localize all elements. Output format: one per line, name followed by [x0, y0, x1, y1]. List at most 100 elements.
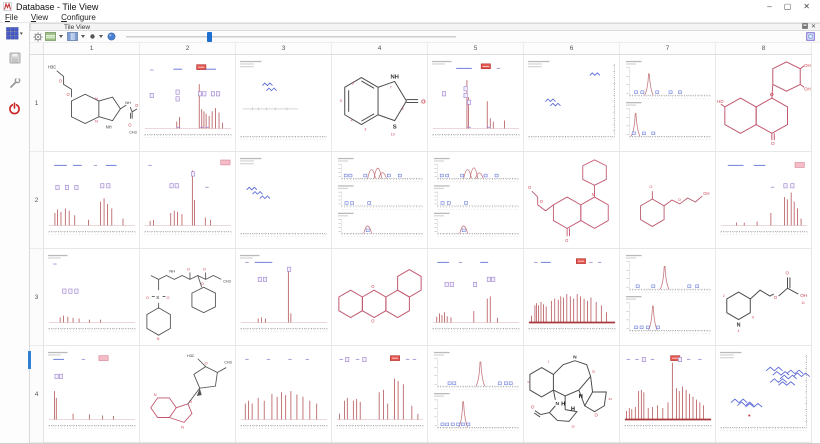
- svg-text:O: O: [135, 103, 138, 108]
- wrench-icon[interactable]: [6, 75, 24, 91]
- svg-text:O: O: [531, 405, 535, 410]
- svg-text:O: O: [59, 78, 62, 83]
- tile-r2c2-nmr-spectrum[interactable]: [140, 152, 236, 249]
- svg-text:O: O: [771, 141, 775, 147]
- svg-text:NH: NH: [106, 124, 112, 129]
- svg-text:20: 20: [592, 369, 596, 373]
- tile-r2c1-nmr-spectrum[interactable]: [44, 152, 140, 249]
- tile-r2c6-structure-quinolinone-ester[interactable]: O O N O: [524, 152, 620, 249]
- close-button[interactable]: ✕: [803, 2, 810, 12]
- svg-text:H: H: [561, 402, 565, 408]
- row-header-3[interactable]: 3: [30, 249, 44, 346]
- tile-r4c7-c13-spectrum[interactable]: [620, 346, 716, 443]
- tile-r3c2-structure-sulfonamide[interactable]: NH O O CH3 S O O O N: [140, 249, 236, 346]
- tile-r2c8-nmr-spectrum[interactable]: [716, 152, 812, 249]
- title-bar: Database - Tile View – ▢ ✕: [0, 0, 820, 13]
- svg-text:6: 6: [352, 81, 354, 85]
- tile-r2c7-structure-ring-chain[interactable]: O O OH: [620, 152, 716, 249]
- settings-gear-icon[interactable]: [33, 32, 43, 42]
- tile-r1c5-nmr-spectrum[interactable]: [428, 55, 524, 152]
- svg-text:OH: OH: [800, 293, 807, 298]
- tile-r2c3-scatter-panel[interactable]: [236, 152, 332, 249]
- svg-text:7: 7: [390, 85, 392, 89]
- tile-r4c5-stacked-chromatograms[interactable]: [428, 346, 524, 443]
- tile-r4c2-structure-nucleoside[interactable]: O N N N H3C CH3: [140, 346, 236, 443]
- tile-r4c4-c13-spectrum[interactable]: [332, 346, 428, 443]
- save-icon[interactable]: [6, 50, 24, 66]
- svg-text:O: O: [595, 413, 599, 418]
- row-header-1[interactable]: 1: [30, 55, 44, 152]
- svg-text:O: O: [770, 92, 774, 98]
- tile-r1c7-stacked-chromatograms[interactable]: [620, 55, 716, 152]
- column-header-1[interactable]: 1: [44, 43, 140, 55]
- tile-r1c8-structure-flavonoid[interactable]: O O OH OH HO: [716, 55, 812, 152]
- svg-text:N: N: [737, 322, 741, 328]
- svg-text:N: N: [157, 336, 160, 341]
- svg-text:4: 4: [351, 119, 353, 123]
- column-header-2[interactable]: 2: [140, 43, 236, 55]
- svg-text:O: O: [649, 184, 652, 189]
- tile-r3c5-nmr-spectrum[interactable]: [428, 249, 524, 346]
- exit-power-icon[interactable]: [6, 100, 24, 116]
- mode-sidebar: [0, 23, 30, 443]
- svg-text:N: N: [592, 192, 595, 197]
- svg-text:O: O: [187, 267, 190, 272]
- fit-view-icon[interactable]: [806, 32, 820, 41]
- tile-r4c8-structure-panel-blue[interactable]: [716, 346, 812, 443]
- tile-r3c6-c13-spectrum[interactable]: [524, 249, 620, 346]
- maximize-button[interactable]: ▢: [784, 2, 792, 12]
- scroll-indicator[interactable]: [28, 351, 31, 369]
- tile-r3c4-structure-tetracyclic[interactable]: O O: [332, 249, 428, 346]
- column-header-8[interactable]: 8: [716, 43, 812, 55]
- tile-r3c3-nmr-spectrum[interactable]: [236, 249, 332, 346]
- zoom-slider-track[interactable]: [126, 36, 456, 38]
- navigator-sphere-icon[interactable]: [107, 32, 116, 41]
- tile-r1c2-nmr-spectrum[interactable]: [140, 55, 236, 152]
- menu-file[interactable]: File: [5, 13, 18, 22]
- tile-style-icon[interactable]: [45, 32, 56, 41]
- zoom-slider[interactable]: [126, 32, 456, 42]
- menu-view[interactable]: View: [31, 13, 48, 22]
- table-style-dropdown[interactable]: [81, 35, 85, 38]
- svg-text:CH3: CH3: [129, 130, 136, 134]
- tile-style-dropdown[interactable]: [59, 35, 63, 38]
- svg-text:H3C: H3C: [48, 65, 56, 70]
- svg-text:1: 1: [548, 360, 550, 364]
- svg-text:10: 10: [391, 132, 395, 136]
- tile-view-grid-icon[interactable]: [6, 25, 24, 41]
- tile-r3c8-structure-pyridine-acid[interactable]: N O O OH 41126: [716, 249, 812, 346]
- column-header-3[interactable]: 3: [236, 43, 332, 55]
- tile-r1c3-flat-spectrum[interactable]: [236, 55, 332, 152]
- table-style-icon[interactable]: [67, 32, 78, 41]
- view-options-icon[interactable]: [89, 33, 96, 40]
- panel-header: Tile View ✕: [30, 23, 820, 31]
- tile-r2c4-stacked-chromatograms-3[interactable]: [332, 152, 428, 249]
- tile-r1c4-structure-benzothiazolone[interactable]: NH S O 71096543: [332, 55, 428, 152]
- tile-r1c6-scatter-panel[interactable]: [524, 55, 620, 152]
- tile-r3c7-stacked-chromatograms[interactable]: [620, 249, 716, 346]
- column-header-4[interactable]: 4: [332, 43, 428, 55]
- tile-r1c1-structure-purine-carbamate[interactable]: H3C O O N N NH NH O O CH3: [44, 55, 140, 152]
- svg-text:N: N: [95, 96, 98, 101]
- menu-configure[interactable]: Configure: [61, 13, 96, 22]
- minimize-button[interactable]: –: [767, 2, 771, 12]
- column-header-5[interactable]: 5: [428, 43, 524, 55]
- view-options-dropdown[interactable]: [99, 35, 103, 38]
- tile-r4c3-nmr-spectrum[interactable]: [236, 346, 332, 443]
- column-header-7[interactable]: 7: [620, 43, 716, 55]
- tile-r3c1-nmr-spectrum[interactable]: [44, 249, 140, 346]
- svg-text:O: O: [528, 185, 531, 190]
- tile-view-panel: Tile View ✕: [30, 23, 820, 443]
- window-title: Database - Tile View: [16, 2, 98, 12]
- tile-r4c6-structure-strychnine[interactable]: N N O O HHH 20232513: [524, 346, 620, 443]
- app-icon: [3, 2, 12, 13]
- row-header-2[interactable]: 2: [30, 152, 44, 249]
- float-panel-icon[interactable]: [802, 23, 808, 31]
- tile-toolbar: [30, 31, 820, 43]
- row-header-4[interactable]: 4: [30, 346, 44, 443]
- tile-r2c5-stacked-chromatograms-3[interactable]: [428, 152, 524, 249]
- close-panel-icon[interactable]: ✕: [811, 24, 816, 30]
- tile-r4c1-nmr-spectrum[interactable]: [44, 346, 140, 443]
- column-header-6[interactable]: 6: [524, 43, 620, 55]
- zoom-slider-handle[interactable]: [207, 32, 212, 42]
